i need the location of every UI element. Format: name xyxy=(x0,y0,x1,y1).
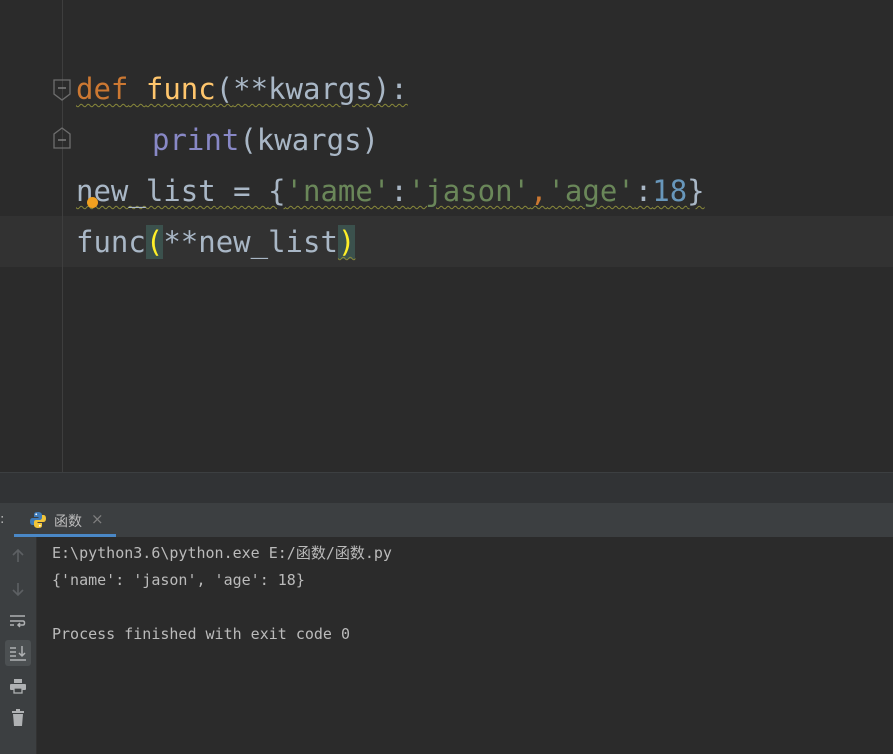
code-line-3: new_list = {'name':'jason','age':18} xyxy=(76,166,705,217)
run-tab[interactable]: 函数 × xyxy=(14,503,116,537)
paren: ( xyxy=(215,72,234,106)
comma: , xyxy=(530,174,548,208)
brace: } xyxy=(687,174,705,208)
argument: **new_list xyxy=(163,225,338,259)
console-output[interactable]: E:\python3.6\python.exe E:/函数/函数.py {'na… xyxy=(37,537,893,754)
console-line-output: {'name': 'jason', 'age': 18} xyxy=(52,571,305,589)
function-name: func xyxy=(145,72,216,106)
code-line-4: func(**new_list) xyxy=(76,217,356,268)
paren: ( xyxy=(239,123,257,157)
paren: ) xyxy=(361,123,380,157)
parameter: **kwargs xyxy=(233,72,373,106)
dict-key: 'name' xyxy=(285,174,391,208)
console-line-exit: Process finished with exit code 0 xyxy=(52,625,351,643)
operator: = xyxy=(215,174,269,208)
paren: ): xyxy=(372,72,408,106)
dict-value: 'jason' xyxy=(407,174,530,208)
fold-collapse-icon[interactable] xyxy=(53,79,71,101)
python-icon xyxy=(30,512,46,528)
code-line-1: def func(**kwargs): xyxy=(76,64,408,115)
run-toolbar xyxy=(0,537,37,754)
argument: kwargs xyxy=(256,123,362,157)
gutter-separator xyxy=(62,0,63,472)
editor-bottom-strip xyxy=(0,472,893,503)
builtin-print: print xyxy=(152,123,240,157)
matched-paren: ) xyxy=(337,225,356,259)
soft-wrap-icon[interactable] xyxy=(5,608,31,634)
colon: : xyxy=(634,174,653,208)
matched-paren: ( xyxy=(145,225,164,259)
brace: { xyxy=(268,174,286,208)
function-call-name: func xyxy=(76,225,146,259)
console-line-command: E:\python3.6\python.exe E:/函数/函数.py xyxy=(52,544,392,562)
colon: : xyxy=(390,174,408,208)
close-icon[interactable]: × xyxy=(91,510,104,528)
run-label: : xyxy=(0,512,5,527)
scroll-to-end-icon[interactable] xyxy=(5,640,31,666)
print-icon[interactable] xyxy=(5,673,31,699)
trash-icon[interactable] xyxy=(5,705,31,731)
code-editor[interactable]: def func(**kwargs): print(kwargs) new_li… xyxy=(0,0,893,472)
arrow-down-icon[interactable] xyxy=(5,576,31,602)
dict-value: 18 xyxy=(652,174,688,208)
fold-end-icon[interactable] xyxy=(53,127,71,149)
keyword-def: def xyxy=(76,72,129,106)
intention-bulb-icon[interactable] xyxy=(87,197,98,208)
run-panel-header: : 函数 × xyxy=(0,503,893,538)
arrow-up-icon[interactable] xyxy=(5,543,31,569)
code-line-2: print(kwargs) xyxy=(152,115,379,166)
dict-key: 'age' xyxy=(547,174,635,208)
run-tab-label: 函数 xyxy=(54,514,82,530)
